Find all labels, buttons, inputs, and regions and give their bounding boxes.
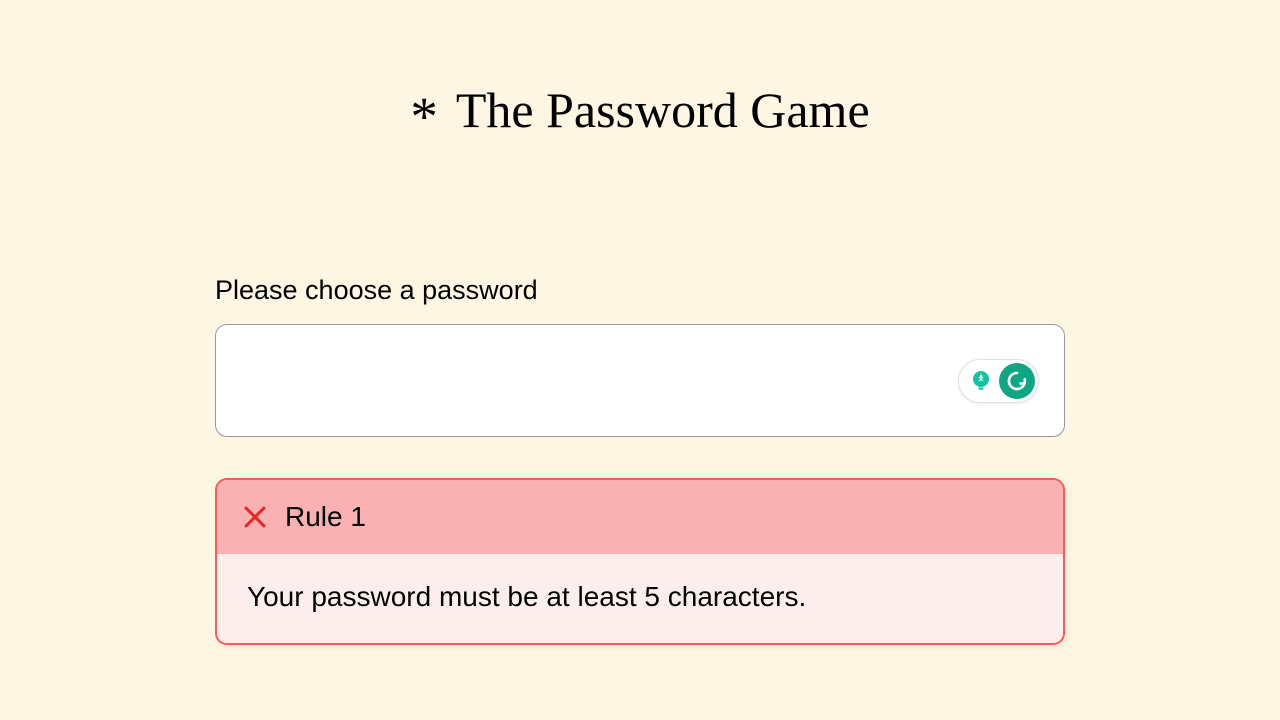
asterisk-icon: * (410, 85, 438, 148)
rule-message: Your password must be at least 5 charact… (247, 581, 1033, 613)
grammarly-icon (999, 363, 1035, 399)
page-container: * The Password Game Please choose a pass… (0, 0, 1280, 645)
rule-title: Rule 1 (285, 501, 366, 533)
lightbulb-icon (967, 367, 995, 395)
rule-header: Rule 1 (217, 480, 1063, 554)
rule-card: Rule 1 Your password must be at least 5 … (215, 478, 1065, 645)
password-prompt: Please choose a password (215, 275, 1065, 306)
grammarly-widget[interactable] (958, 359, 1039, 403)
password-input[interactable] (215, 324, 1065, 437)
x-icon (243, 505, 267, 529)
input-wrapper (215, 324, 1065, 437)
rule-body: Your password must be at least 5 charact… (217, 554, 1063, 643)
content-area: Please choose a password (215, 275, 1065, 645)
title-text: The Password Game (456, 81, 870, 139)
page-title: * The Password Game (410, 78, 869, 141)
